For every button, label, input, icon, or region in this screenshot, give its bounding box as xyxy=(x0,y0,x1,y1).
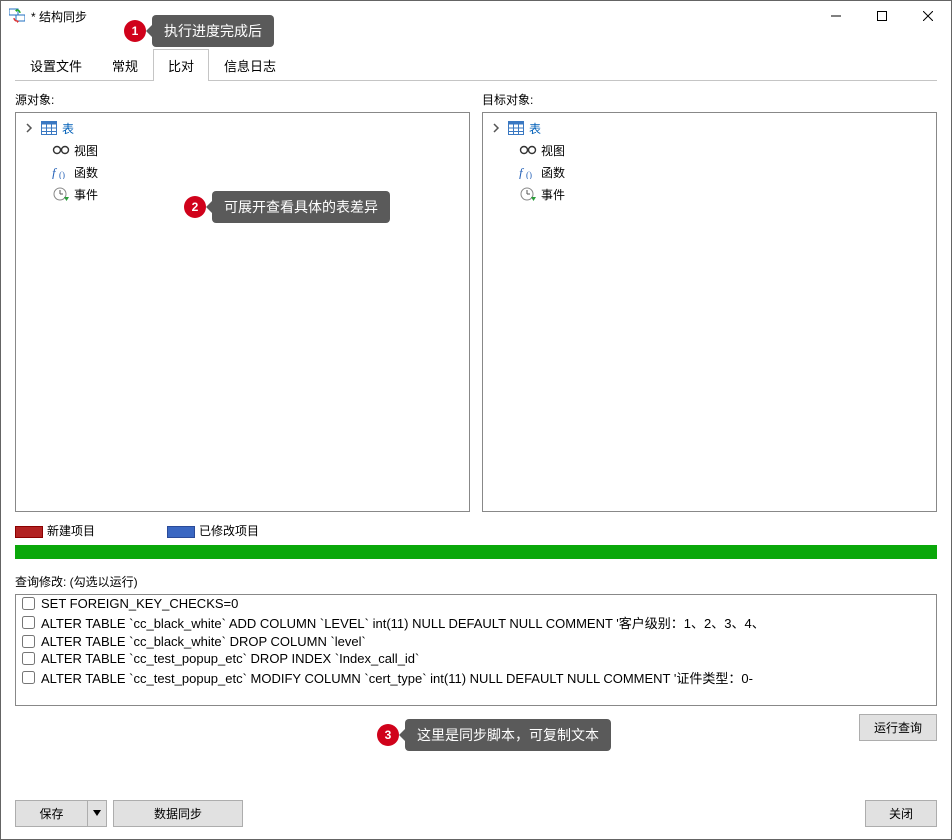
view-icon xyxy=(519,142,537,158)
target-label: 目标对象: xyxy=(482,91,937,108)
query-text: ALTER TABLE `cc_black_white` DROP COLUMN… xyxy=(41,634,366,649)
tree-node-label: 事件 xyxy=(541,186,565,203)
tree-node-functions[interactable]: f() 函数 xyxy=(483,161,936,183)
callout-3: 3 这里是同步脚本，可复制文本 xyxy=(377,719,611,751)
callout-number: 3 xyxy=(377,724,399,746)
callout-number: 1 xyxy=(124,20,146,42)
footer: 保存 数据同步 关闭 xyxy=(1,800,951,839)
callout-bubble: 执行进度完成后 xyxy=(152,15,274,47)
view-icon xyxy=(52,142,70,158)
svg-text:(): () xyxy=(59,170,65,179)
tree-node-events[interactable]: 事件 xyxy=(483,183,936,205)
legend: 新建项目 已修改项目 xyxy=(15,522,937,539)
save-button[interactable]: 保存 xyxy=(15,800,87,827)
query-text: ALTER TABLE `cc_test_popup_etc` DROP IND… xyxy=(41,651,419,666)
query-list[interactable]: SET FOREIGN_KEY_CHECKS=0 ALTER TABLE `cc… xyxy=(15,594,937,706)
progress-bar xyxy=(15,545,937,559)
query-row[interactable]: ALTER TABLE `cc_black_white` ADD COLUMN … xyxy=(16,612,936,633)
tab-general[interactable]: 常规 xyxy=(97,49,153,81)
tree-node-tables[interactable]: 表 xyxy=(483,117,936,139)
query-text: ALTER TABLE `cc_black_white` ADD COLUMN … xyxy=(41,613,765,632)
tab-compare[interactable]: 比对 xyxy=(153,49,209,81)
query-row[interactable]: SET FOREIGN_KEY_CHECKS=0 xyxy=(16,595,936,612)
table-icon xyxy=(507,120,525,136)
function-icon: f() xyxy=(519,164,537,180)
source-label: 源对象: xyxy=(15,91,470,108)
close-button[interactable]: 关闭 xyxy=(865,800,937,827)
tree-node-views[interactable]: 视图 xyxy=(16,139,469,161)
tree-node-tables[interactable]: 表 xyxy=(16,117,469,139)
tree-node-views[interactable]: 视图 xyxy=(483,139,936,161)
tree-node-functions[interactable]: f() 函数 xyxy=(16,161,469,183)
query-row[interactable]: ALTER TABLE `cc_test_popup_etc` DROP IND… xyxy=(16,650,936,667)
legend-modified-label: 已修改项目 xyxy=(199,524,259,538)
event-icon xyxy=(52,186,70,202)
legend-swatch-modified xyxy=(167,526,195,538)
tab-settings-file[interactable]: 设置文件 xyxy=(15,49,97,81)
run-query-button[interactable]: 运行查询 xyxy=(859,714,937,741)
chevron-right-icon[interactable] xyxy=(489,121,503,135)
tree-node-label: 视图 xyxy=(74,142,98,159)
svg-text:(): () xyxy=(526,170,532,179)
window-minimize-button[interactable] xyxy=(813,1,859,31)
callout-2: 2 可展开查看具体的表差异 xyxy=(184,191,390,223)
tree-node-label: 视图 xyxy=(541,142,565,159)
window-title: * 结构同步 xyxy=(31,8,87,25)
event-icon xyxy=(519,186,537,202)
query-row[interactable]: ALTER TABLE `cc_black_white` DROP COLUMN… xyxy=(16,633,936,650)
tab-message-log[interactable]: 信息日志 xyxy=(209,49,291,81)
target-tree[interactable]: 表 视图 f() 函数 xyxy=(482,112,937,512)
tree-node-label: 表 xyxy=(529,120,541,137)
legend-new-label: 新建项目 xyxy=(47,524,95,538)
query-row[interactable]: ALTER TABLE `cc_test_popup_etc` MODIFY C… xyxy=(16,667,936,688)
tabs-bar: 设置文件 常规 比对 信息日志 xyxy=(15,49,937,81)
query-title: 查询修改: (勾选以运行) xyxy=(15,573,937,590)
svg-text:f: f xyxy=(519,165,525,179)
callout-number: 2 xyxy=(184,196,206,218)
callout-bubble: 这里是同步脚本，可复制文本 xyxy=(405,719,611,751)
function-icon: f() xyxy=(52,164,70,180)
tree-node-label: 函数 xyxy=(541,164,565,181)
window-maximize-button[interactable] xyxy=(859,1,905,31)
window-close-button[interactable] xyxy=(905,1,951,31)
source-tree[interactable]: 表 视图 f() 函数 xyxy=(15,112,470,512)
legend-swatch-new xyxy=(15,526,43,538)
save-dropdown-button[interactable] xyxy=(87,800,107,827)
table-icon xyxy=(40,120,58,136)
callout-1: 1 执行进度完成后 xyxy=(124,15,274,47)
query-text: SET FOREIGN_KEY_CHECKS=0 xyxy=(41,596,238,611)
data-sync-button[interactable]: 数据同步 xyxy=(113,800,243,827)
query-checkbox[interactable] xyxy=(22,597,35,610)
chevron-right-icon[interactable] xyxy=(22,121,36,135)
query-text: ALTER TABLE `cc_test_popup_etc` MODIFY C… xyxy=(41,668,753,687)
tree-node-label: 事件 xyxy=(74,186,98,203)
tree-node-label: 函数 xyxy=(74,164,98,181)
app-icon xyxy=(9,8,25,24)
svg-text:f: f xyxy=(52,165,58,179)
query-checkbox[interactable] xyxy=(22,635,35,648)
callout-bubble: 可展开查看具体的表差异 xyxy=(212,191,390,223)
query-checkbox[interactable] xyxy=(22,671,35,684)
query-checkbox[interactable] xyxy=(22,652,35,665)
query-checkbox[interactable] xyxy=(22,616,35,629)
tree-node-label: 表 xyxy=(62,120,74,137)
